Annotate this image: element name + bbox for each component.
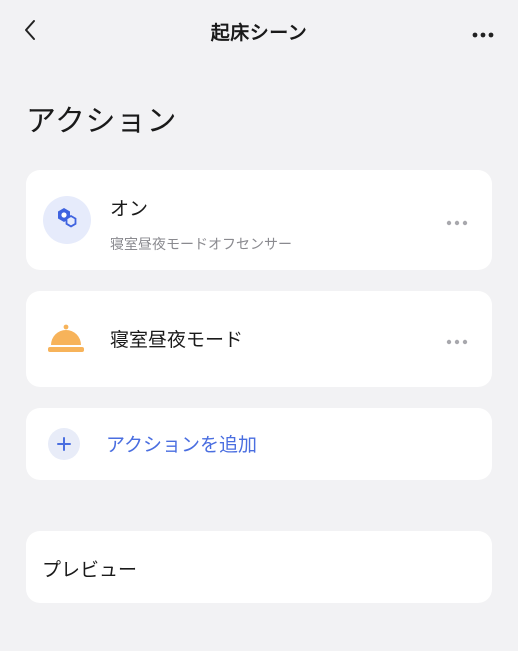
header-more-button[interactable] xyxy=(470,22,496,42)
action-subtitle: 寝室昼夜モードオフセンサー xyxy=(110,237,292,253)
action-card-bedroom-mode[interactable]: 寝室昼夜モード xyxy=(26,291,492,387)
action-card-on[interactable]: オン 寝室昼夜モードオフセンサー xyxy=(26,170,492,270)
more-horizontal-icon xyxy=(472,23,494,42)
action-more-button[interactable] xyxy=(444,332,470,346)
preview-label: プレビュー xyxy=(42,559,138,581)
add-action-button[interactable]: アクションを追加 xyxy=(26,408,492,480)
plus-icon xyxy=(48,428,80,460)
header-bar: 起床シーン xyxy=(0,0,518,64)
device-hexagon-icon xyxy=(54,205,80,235)
preview-button[interactable]: プレビュー xyxy=(26,531,492,603)
action-more-button[interactable] xyxy=(444,213,470,227)
action-title: オン xyxy=(110,198,149,220)
header-title: 起床シーン xyxy=(210,22,308,44)
action-icon-wrapper xyxy=(43,196,91,244)
add-action-label: アクションを追加 xyxy=(106,434,258,456)
more-horizontal-icon xyxy=(446,330,468,349)
action-title: 寝室昼夜モード xyxy=(110,329,244,351)
page-title: アクション xyxy=(26,104,177,139)
more-horizontal-icon xyxy=(446,211,468,230)
service-bell-icon xyxy=(46,321,86,355)
